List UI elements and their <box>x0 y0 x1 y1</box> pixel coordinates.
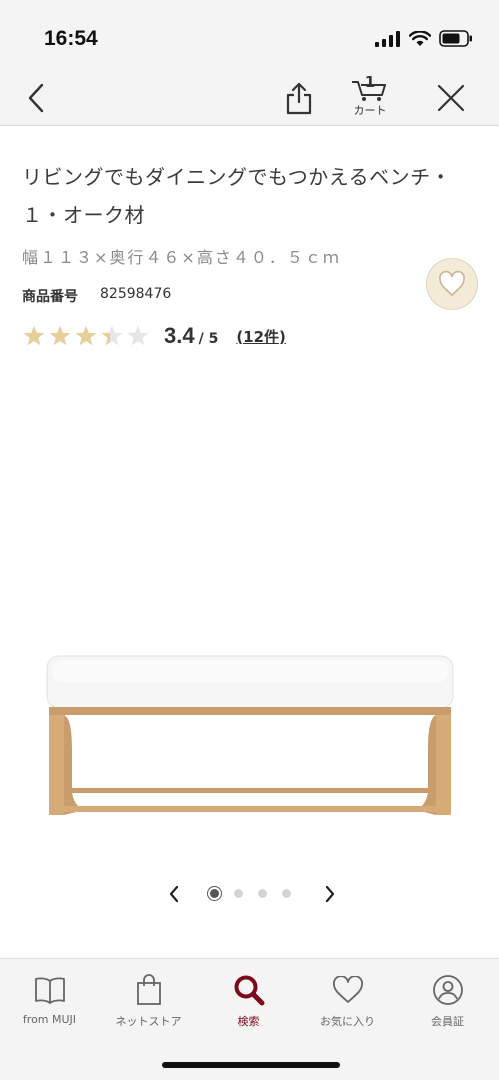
tab-favorites[interactable]: お気に入り <box>298 973 397 1033</box>
product-size: 幅１１３×奥行４６×高さ４０．５ｃｍ <box>22 248 341 267</box>
rating-max: / 5 <box>198 331 219 347</box>
heart-icon <box>330 973 366 1007</box>
nav-bar: 1 カート <box>0 70 499 126</box>
tab-label: お気に入り <box>320 1015 375 1028</box>
heart-icon <box>439 271 465 296</box>
star-icon <box>75 325 97 346</box>
tab-net-store[interactable]: ネットストア <box>99 973 198 1033</box>
carousel-dot[interactable] <box>282 889 291 898</box>
star-icon <box>127 325 149 346</box>
cart-label: カート <box>353 104 387 117</box>
close-button[interactable] <box>432 70 470 126</box>
chevron-left-icon <box>28 83 44 113</box>
share-icon <box>286 82 312 115</box>
cart-icon <box>352 81 386 101</box>
carousel-prev-button[interactable] <box>160 880 188 908</box>
review-count-link[interactable]: (12件) <box>236 326 286 347</box>
product-code-label: 商品番号 <box>22 289 78 305</box>
rating-value: 3.4 <box>164 323 195 348</box>
close-icon <box>437 84 465 112</box>
status-time: 16:54 <box>44 27 98 50</box>
tab-label: from MUJI <box>22 1013 77 1026</box>
image-carousel <box>160 880 340 908</box>
chevron-right-icon <box>325 885 335 903</box>
status-icons <box>375 30 473 47</box>
chevron-left-icon <box>169 885 179 903</box>
back-button[interactable] <box>18 70 54 126</box>
shopping-bag-icon <box>131 973 167 1007</box>
product-title: リビングでもダイニングでもつかえるベンチ・１・オーク材 <box>22 165 452 227</box>
share-button[interactable] <box>280 70 318 126</box>
battery-icon <box>439 30 472 47</box>
rating-row: 3.4 / 5 (12件) <box>22 322 286 350</box>
carousel-dot[interactable] <box>210 889 219 898</box>
carousel-dot[interactable] <box>258 889 267 898</box>
tab-label: ネットストア <box>115 1015 182 1028</box>
status-bar: 16:54 <box>0 0 499 70</box>
tab-from-muji[interactable]: from MUJI <box>0 973 99 1033</box>
home-indicator <box>162 1062 340 1068</box>
favorite-button[interactable] <box>426 258 478 310</box>
book-icon <box>32 973 68 1007</box>
member-card-icon <box>430 973 466 1007</box>
search-icon <box>231 973 267 1007</box>
signal-icon <box>375 30 400 47</box>
tab-search[interactable]: 検索 <box>199 973 298 1033</box>
rating-stars <box>23 325 149 346</box>
product-code-row: 商品番号 82598476 <box>22 286 171 306</box>
tab-member-card[interactable]: 会員証 <box>398 973 497 1033</box>
tab-label: 会員証 <box>431 1015 464 1028</box>
carousel-dot[interactable] <box>234 889 243 898</box>
wifi-icon <box>409 30 431 46</box>
tab-label: 検索 <box>237 1015 260 1028</box>
product-code: 82598476 <box>100 286 172 302</box>
star-icon <box>23 325 45 346</box>
carousel-next-button[interactable] <box>316 880 344 908</box>
cart-button[interactable]: 1 カート <box>345 70 395 126</box>
star-icon <box>101 325 123 346</box>
product-image[interactable] <box>40 650 460 825</box>
star-icon <box>49 325 71 346</box>
